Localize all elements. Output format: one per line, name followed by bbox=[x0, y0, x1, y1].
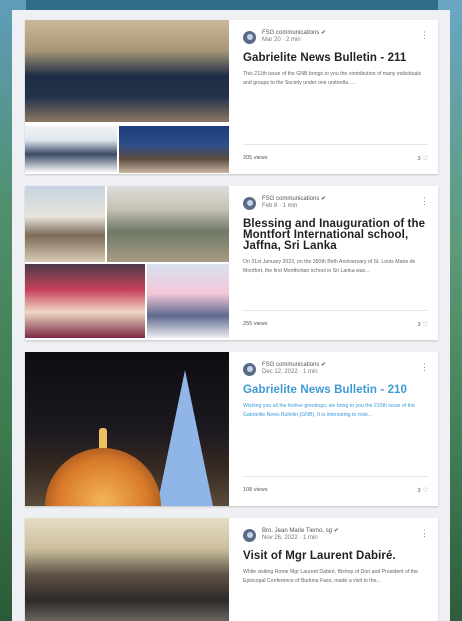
post-excerpt[interactable]: On 31st January 2023, on the 350th Birth… bbox=[243, 258, 428, 275]
post-author[interactable]: FSG communications ✔ bbox=[262, 362, 326, 369]
like-button[interactable]: 3 ♡ bbox=[417, 321, 428, 329]
post-date: Nov 26, 2022 · 1 min bbox=[262, 535, 318, 541]
post-excerpt[interactable]: While visiting Rome Mgr Laurent Dabiré, … bbox=[243, 568, 428, 585]
view-count: 255 views bbox=[243, 321, 268, 327]
like-count: 3 bbox=[417, 155, 421, 162]
heart-icon: ♡ bbox=[422, 322, 428, 328]
group-photo-small bbox=[119, 126, 229, 173]
post-date: Dec 12, 2022 · 1 min bbox=[262, 369, 318, 375]
view-count: 108 views bbox=[243, 487, 268, 493]
more-options-icon[interactable]: ⋮ bbox=[420, 529, 429, 538]
post-body-1: FSG communications ✔ Mar 20 · 2 min ⋮ Ga… bbox=[229, 20, 438, 174]
group-photo-small bbox=[25, 126, 117, 173]
more-options-icon[interactable]: ⋮ bbox=[420, 31, 429, 40]
post-body-4: Bro. Jean Marie Tiemo, sg ✔ Nov 26, 2022… bbox=[229, 518, 438, 621]
like-button[interactable]: 3 ♡ bbox=[417, 487, 428, 495]
post-title[interactable]: Visit of Mgr Laurent Dabiré. bbox=[243, 550, 428, 562]
post-author[interactable]: Bro. Jean Marie Tiemo, sg ✔ bbox=[262, 528, 339, 535]
post-image-2[interactable] bbox=[25, 186, 229, 340]
dance-performance-photo bbox=[25, 264, 145, 338]
like-count: 3 bbox=[417, 321, 421, 328]
view-count: 205 views bbox=[243, 155, 268, 161]
post-date: Mar 20 · 2 min bbox=[262, 37, 301, 43]
post-body-3: FSG communications ✔ Dec 12, 2022 · 1 mi… bbox=[229, 352, 438, 506]
group-photo bbox=[25, 20, 229, 122]
more-options-icon[interactable]: ⋮ bbox=[420, 363, 429, 372]
post-image-1[interactable] bbox=[25, 20, 229, 174]
post-image-4[interactable] bbox=[25, 518, 229, 621]
like-button[interactable]: 3 ♡ bbox=[417, 155, 428, 163]
post-card-1[interactable]: FSG communications ✔ Mar 20 · 2 min ⋮ Ga… bbox=[25, 20, 438, 174]
more-options-icon[interactable]: ⋮ bbox=[420, 197, 429, 206]
post-image-3[interactable] bbox=[25, 352, 229, 506]
post-title[interactable]: Gabrielite News Bulletin - 211 bbox=[243, 52, 428, 64]
post-card-3[interactable]: FSG communications ✔ Dec 12, 2022 · 1 mi… bbox=[25, 352, 438, 506]
ceremony-photo bbox=[107, 186, 229, 262]
post-title[interactable]: Gabrielite News Bulletin - 210 bbox=[243, 384, 428, 396]
heart-icon: ♡ bbox=[422, 488, 428, 494]
post-author[interactable]: FSG communications ✔ bbox=[262, 30, 326, 37]
author-avatar-icon[interactable] bbox=[243, 196, 256, 210]
post-excerpt[interactable]: Wishing you all the festive greetings, w… bbox=[243, 402, 428, 419]
author-avatar-icon[interactable] bbox=[243, 528, 256, 542]
school-building-photo bbox=[25, 186, 105, 262]
christmas-tree bbox=[157, 370, 213, 506]
post-body-2: FSG communications ✔ Feb 8 · 1 min ⋮ Ble… bbox=[229, 186, 438, 340]
group-visit-photo bbox=[25, 518, 229, 621]
post-title[interactable]: Blessing and Inauguration of the Montfor… bbox=[243, 218, 428, 252]
author-avatar-icon[interactable] bbox=[243, 30, 256, 44]
post-footer: 108 views 3 ♡ bbox=[243, 476, 428, 494]
post-footer: 255 views 3 ♡ bbox=[243, 310, 428, 328]
post-date: Feb 8 · 1 min bbox=[262, 203, 298, 209]
dome-spire bbox=[99, 428, 107, 450]
post-card-4[interactable]: Bro. Jean Marie Tiemo, sg ✔ Nov 26, 2022… bbox=[25, 518, 438, 621]
students-photo bbox=[147, 264, 229, 338]
post-card-2[interactable]: FSG communications ✔ Feb 8 · 1 min ⋮ Ble… bbox=[25, 186, 438, 340]
like-count: 3 bbox=[417, 487, 421, 494]
post-author[interactable]: FSG communications ✔ bbox=[262, 196, 326, 203]
post-footer: 205 views 3 ♡ bbox=[243, 144, 428, 162]
blog-feed: FSG communications ✔ Mar 20 · 2 min ⋮ Ga… bbox=[12, 10, 450, 621]
author-avatar-icon[interactable] bbox=[243, 362, 256, 376]
post-excerpt[interactable]: This 211th issue of the GNB brings to yo… bbox=[243, 70, 428, 87]
heart-icon: ♡ bbox=[422, 156, 428, 162]
